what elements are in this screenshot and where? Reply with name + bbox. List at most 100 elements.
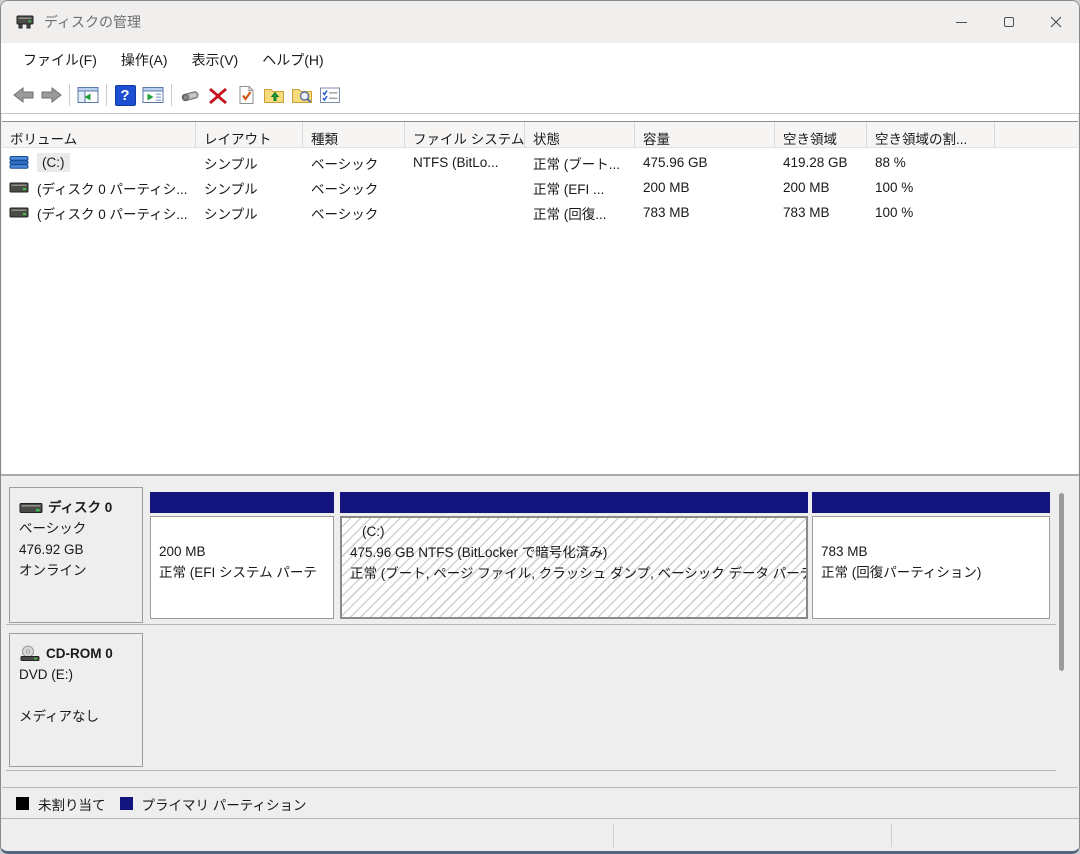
column-header-status[interactable]: 状態 (525, 122, 635, 147)
cdrom-label-panel[interactable]: CD-ROM 0 DVD (E:) メディアなし (9, 633, 143, 767)
back-arrow-icon (12, 86, 35, 104)
explore-button[interactable] (288, 82, 316, 109)
properties-checklist-icon (318, 85, 342, 105)
minimize-button[interactable] (938, 1, 985, 43)
column-header-free-space[interactable]: 空き領域 (775, 122, 867, 147)
volume-filesystem: NTFS (BitLo... (405, 155, 525, 170)
help-button[interactable]: ? (111, 82, 139, 109)
disk-icon (19, 502, 43, 514)
properties-button[interactable] (316, 82, 344, 109)
volume-row-efi[interactable]: (ディスク 0 パーティシ... シンプル ベーシック 正常 (EFI ... … (2, 175, 1078, 200)
mark-partition-active-button[interactable] (232, 82, 260, 109)
help-icon: ? (115, 85, 136, 106)
partition-efi[interactable]: 200 MB 正常 (EFI システム パーテ (150, 492, 334, 619)
spacer (19, 685, 138, 706)
tool-icon (178, 85, 202, 105)
folder-search-icon (290, 85, 314, 105)
partition-c-selected[interactable]: (C:) 475.96 GB NTFS (BitLocker で暗号化済み) 正… (340, 492, 808, 619)
menu-file[interactable]: ファイル(F) (11, 44, 109, 76)
menubar: ファイル(F) 操作(A) 表示(V) ヘルプ(H) (1, 43, 1079, 77)
show-action-pane-button[interactable] (139, 82, 167, 109)
titlebar: ディスクの管理 (1, 1, 1079, 43)
volume-capacity: 783 MB (635, 205, 775, 220)
minimize-icon (956, 22, 967, 23)
vertical-scrollbar-thumb[interactable] (1059, 493, 1064, 671)
action-pane-icon (141, 85, 165, 105)
volume-percent-free: 88 % (867, 155, 995, 170)
disk0-name: ディスク 0 (48, 497, 112, 518)
close-button[interactable] (1032, 1, 1079, 43)
primary-partition-swatch (120, 797, 133, 810)
show-console-tree-button[interactable] (74, 82, 102, 109)
unallocated-swatch (16, 797, 29, 810)
menu-view[interactable]: 表示(V) (180, 44, 251, 76)
disk0-status: オンライン (19, 560, 138, 581)
volume-row-recovery[interactable]: (ディスク 0 パーティシ... シンプル ベーシック 正常 (回復... 78… (2, 200, 1078, 225)
cdrom-drive-letter: DVD (E:) (19, 664, 138, 685)
column-header-capacity[interactable]: 容量 (635, 122, 775, 147)
partition-status: 正常 (ブート, ページ ファイル, クラッシュ ダンプ, ベーシック データ … (350, 563, 806, 584)
volume-status: 正常 (EFI ... (525, 178, 635, 198)
volume-free: 419.28 GB (775, 155, 867, 170)
volume-layout: シンプル (196, 178, 303, 198)
volume-list-header: ボリューム レイアウト 種類 ファイル システム 状態 容量 空き領域 空き領域… (2, 121, 1078, 148)
statusbar-divider (613, 824, 614, 847)
toolbar-separator (69, 84, 70, 106)
toolbar: ? (1, 77, 1079, 114)
menu-action[interactable]: 操作(A) (109, 44, 180, 76)
disk-row-separator (6, 770, 1056, 771)
console-tree-icon (76, 85, 100, 105)
volume-status: 正常 (ブート... (525, 153, 635, 173)
legend-unallocated-label: 未割り当て (38, 794, 106, 814)
partition-status: 正常 (EFI システム パーテ (159, 562, 333, 583)
partition-color-bar (812, 492, 1050, 513)
volume-status: 正常 (回復... (525, 203, 635, 223)
cdrom-name: CD-ROM 0 (46, 643, 113, 664)
delete-x-icon (207, 85, 229, 105)
partition-size: 200 MB (159, 541, 333, 562)
tool-button[interactable] (176, 82, 204, 109)
column-header-volume[interactable]: ボリューム (2, 122, 196, 147)
volume-free: 200 MB (775, 180, 867, 195)
volume-type: ベーシック (303, 153, 405, 173)
volume-free: 783 MB (775, 205, 867, 220)
toolbar-separator (106, 84, 107, 106)
partition-size: 475.96 GB NTFS (BitLocker で暗号化済み) (350, 542, 806, 563)
partition-color-bar (150, 492, 334, 513)
disk0-label-panel[interactable]: ディスク 0 ベーシック 476.92 GB オンライン (9, 487, 143, 623)
close-icon (1050, 16, 1062, 28)
column-header-type[interactable]: 種類 (303, 122, 405, 147)
partition-color-bar (340, 492, 808, 513)
disk-row-separator (6, 624, 1056, 625)
maximize-icon (1004, 17, 1014, 27)
disk-management-window: ディスクの管理 ファイル(F) 操作(A) 表示(V) ヘルプ(H) (0, 0, 1080, 854)
column-header-filesystem[interactable]: ファイル システム (405, 122, 525, 147)
column-header-percent-free[interactable]: 空き領域の割... (867, 122, 995, 147)
window-title: ディスクの管理 (44, 12, 141, 32)
forward-button[interactable] (37, 82, 65, 109)
partition-status: 正常 (回復パーティション) (821, 562, 1049, 583)
volume-name: (ディスク 0 パーティシ... (37, 203, 188, 223)
folder-up-arrow-icon (262, 85, 286, 105)
cdrom-media-status: メディアなし (19, 706, 138, 727)
volume-row-c[interactable]: (C:) シンプル ベーシック NTFS (BitLo... 正常 (ブート..… (2, 150, 1078, 175)
volume-layout: シンプル (196, 153, 303, 173)
legend-primary-partition-label: プライマリ パーティション (142, 794, 307, 814)
column-header-layout[interactable]: レイアウト (196, 122, 303, 147)
volume-name: (ディスク 0 パーティシ... (37, 178, 188, 198)
open-button[interactable] (260, 82, 288, 109)
volume-capacity: 475.96 GB (635, 155, 775, 170)
back-button[interactable] (9, 82, 37, 109)
status-bar (1, 818, 1079, 851)
legend-unallocated: 未割り当て (16, 794, 106, 814)
volume-percent-free: 100 % (867, 180, 995, 195)
volume-type: ベーシック (303, 203, 405, 223)
partition-recovery[interactable]: 783 MB 正常 (回復パーティション) (812, 492, 1050, 619)
cdrom-icon (19, 645, 41, 662)
volume-capacity: 200 MB (635, 180, 775, 195)
menu-help[interactable]: ヘルプ(H) (250, 44, 335, 76)
document-check-icon (235, 84, 257, 106)
delete-volume-button[interactable] (204, 82, 232, 109)
legend-bar: 未割り当て プライマリ パーティション (2, 787, 1078, 819)
maximize-button[interactable] (985, 1, 1032, 43)
